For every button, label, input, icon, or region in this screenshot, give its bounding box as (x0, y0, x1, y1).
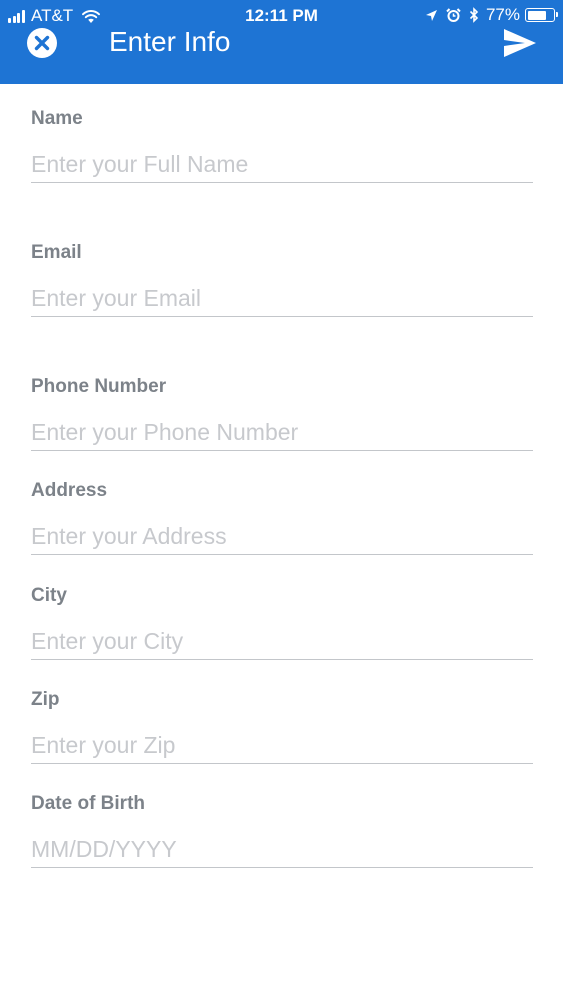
battery-percent: 77% (485, 5, 520, 24)
close-circle-icon (27, 28, 57, 58)
app-header: AT&T 12:11 PM 77% Enter Info (0, 0, 563, 84)
phone-input[interactable] (31, 414, 533, 451)
address-field-group: Address (31, 480, 533, 555)
address-label: Address (31, 480, 108, 501)
name-field-group: Name (31, 108, 533, 183)
dob-field-group: Date of Birth (31, 793, 533, 868)
battery-icon (525, 8, 558, 22)
phone-label: Phone Number (31, 376, 167, 397)
email-input[interactable] (31, 280, 533, 317)
battery-cap (556, 12, 558, 17)
battery-level-fill (527, 10, 546, 20)
send-button[interactable] (503, 28, 537, 58)
nav-bar: Enter Info (0, 24, 563, 64)
city-field-group: City (31, 585, 533, 660)
phone-field-group: Phone Number (31, 376, 533, 451)
alarm-icon (446, 7, 461, 23)
city-input[interactable] (31, 623, 533, 660)
email-field-group: Email (31, 242, 533, 317)
zip-input[interactable] (31, 727, 533, 764)
close-button[interactable] (26, 27, 58, 59)
send-icon (504, 29, 536, 57)
location-icon (425, 9, 438, 22)
zip-field-group: Zip (31, 689, 533, 764)
city-label: City (31, 585, 67, 606)
name-label: Name (31, 108, 83, 129)
dob-label: Date of Birth (31, 793, 145, 814)
dob-input[interactable] (31, 831, 533, 868)
bluetooth-icon (469, 7, 479, 23)
zip-label: Zip (31, 689, 60, 710)
address-input[interactable] (31, 518, 533, 555)
page-title: Enter Info (109, 26, 231, 57)
status-bar-right: 77% (417, 5, 558, 25)
email-label: Email (31, 242, 82, 263)
name-input[interactable] (31, 146, 533, 183)
